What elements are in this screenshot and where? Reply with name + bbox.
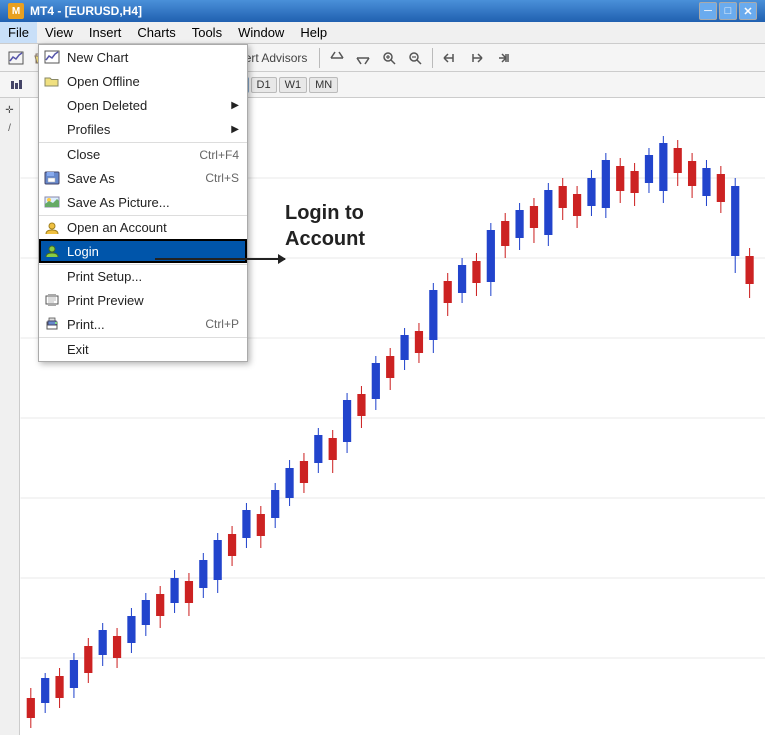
menu-close[interactable]: Close Ctrl+F4	[39, 142, 247, 166]
scroll-right[interactable]	[464, 47, 488, 69]
profiles-label: Profiles	[67, 122, 110, 137]
menu-save-as[interactable]: Save As Ctrl+S	[39, 166, 247, 190]
chart-end[interactable]	[490, 47, 514, 69]
menu-print-setup[interactable]: Print Setup...	[39, 264, 247, 288]
open-offline-icon	[43, 72, 61, 90]
close-label: Close	[67, 147, 100, 162]
menu-new-chart[interactable]: New Chart	[39, 45, 247, 69]
period-w1[interactable]: W1	[279, 77, 308, 93]
menu-charts[interactable]: Charts	[129, 22, 183, 43]
save-as-label: Save As	[67, 171, 115, 186]
close-button[interactable]: ✕	[739, 2, 757, 20]
menu-exit[interactable]: Exit	[39, 337, 247, 361]
menu-bar: File View Insert Charts Tools Window Hel…	[0, 22, 765, 44]
magnify-plus[interactable]	[377, 47, 401, 69]
chart-zoom-in[interactable]	[325, 47, 349, 69]
open-deleted-arrow: ▶	[231, 100, 239, 111]
new-chart-label: New Chart	[67, 50, 128, 65]
menu-help[interactable]: Help	[292, 22, 335, 43]
open-account-icon	[43, 219, 61, 237]
print-preview-label: Print Preview	[67, 293, 144, 308]
menu-file[interactable]: File	[0, 22, 37, 43]
window-title: MT4 - [EURUSD,H4]	[30, 4, 699, 18]
chart-type-btn[interactable]	[4, 74, 28, 96]
file-dropdown: New Chart Open Offline Open Deleted ▶ Pr…	[38, 44, 248, 362]
menu-save-as-picture[interactable]: Save As Picture...	[39, 190, 247, 214]
new-chart-icon	[43, 48, 61, 66]
save-as-picture-icon	[43, 193, 61, 211]
title-bar: M MT4 - [EURUSD,H4] ─ □ ✕	[0, 0, 765, 22]
menu-view[interactable]: View	[37, 22, 81, 43]
save-as-shortcut: Ctrl+S	[205, 171, 239, 185]
menu-profiles[interactable]: Profiles ▶	[39, 117, 247, 141]
open-offline-label: Open Offline	[67, 74, 140, 89]
menu-login[interactable]: Login	[39, 239, 247, 263]
period-d1[interactable]: D1	[251, 77, 277, 93]
profiles-arrow: ▶	[231, 124, 239, 135]
period-mn[interactable]: MN	[309, 77, 338, 93]
minimize-button[interactable]: ─	[699, 2, 717, 20]
menu-open-offline[interactable]: Open Offline	[39, 69, 247, 93]
left-toolbar: ✛ /	[0, 98, 20, 735]
maximize-button[interactable]: □	[719, 2, 737, 20]
print-shortcut: Ctrl+P	[205, 317, 239, 331]
menu-print[interactable]: Print... Ctrl+P	[39, 312, 247, 336]
print-icon	[43, 315, 61, 333]
login-label: Login	[67, 244, 99, 259]
window-controls: ─ □ ✕	[699, 2, 757, 20]
chart-zoom-out[interactable]	[351, 47, 375, 69]
print-label: Print...	[67, 317, 105, 332]
exit-label: Exit	[67, 342, 89, 357]
magnify-minus[interactable]	[403, 47, 427, 69]
login-icon	[43, 242, 61, 260]
save-as-picture-label: Save As Picture...	[67, 195, 170, 210]
toolbar-sep-3	[319, 48, 320, 68]
menu-window[interactable]: Window	[230, 22, 292, 43]
new-chart-btn[interactable]	[4, 47, 28, 69]
open-account-label: Open an Account	[67, 220, 167, 235]
crosshair-tool[interactable]: ✛	[2, 102, 18, 118]
menu-insert[interactable]: Insert	[81, 22, 130, 43]
menu-tools[interactable]: Tools	[184, 22, 230, 43]
menu-open-account[interactable]: Open an Account	[39, 215, 247, 239]
menu-print-preview[interactable]: Print Preview	[39, 288, 247, 312]
close-shortcut: Ctrl+F4	[199, 148, 239, 162]
scroll-left[interactable]	[438, 47, 462, 69]
open-deleted-label: Open Deleted	[67, 98, 147, 113]
save-as-icon	[43, 169, 61, 187]
app-icon: M	[8, 3, 24, 19]
line-tool[interactable]: /	[2, 120, 18, 136]
menu-open-deleted[interactable]: Open Deleted ▶	[39, 93, 247, 117]
print-preview-icon	[43, 291, 61, 309]
print-setup-label: Print Setup...	[67, 269, 142, 284]
toolbar-sep-4	[432, 48, 433, 68]
